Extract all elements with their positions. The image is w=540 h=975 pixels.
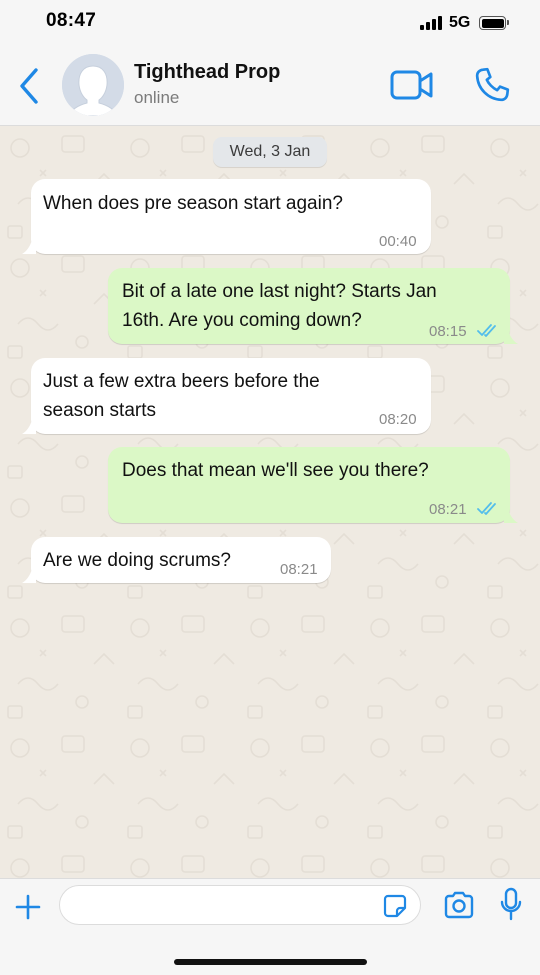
battery-icon xyxy=(479,16,509,30)
contact-name[interactable]: Tighthead Prop xyxy=(134,61,280,84)
plus-icon xyxy=(15,894,41,920)
bubble-tail xyxy=(22,240,36,254)
contact-status: online xyxy=(134,88,180,107)
voice-call-button[interactable] xyxy=(472,65,512,105)
double-check-icon xyxy=(477,324,496,337)
attach-button[interactable] xyxy=(14,893,42,921)
phone-icon xyxy=(475,67,510,102)
back-button[interactable] xyxy=(16,66,46,106)
message-text-line-2: season starts xyxy=(43,400,156,421)
microphone-icon xyxy=(500,887,522,921)
message-time: 08:15 xyxy=(429,323,467,340)
bubble-tail xyxy=(504,509,518,523)
camera-icon xyxy=(444,891,474,919)
message-text: Does that mean we'll see you there? xyxy=(122,460,429,481)
incoming-message[interactable]: Are we doing scrums? 08:21 xyxy=(31,537,331,583)
incoming-message[interactable]: Just a few extra beers before the season… xyxy=(31,358,431,434)
avatar[interactable] xyxy=(62,54,124,116)
video-camera-icon xyxy=(390,70,433,100)
chevron-left-icon xyxy=(20,68,38,104)
camera-button[interactable] xyxy=(443,891,475,919)
bubble-tail xyxy=(22,569,36,583)
message-input[interactable] xyxy=(59,885,421,925)
message-time: 00:40 xyxy=(379,233,417,250)
video-call-button[interactable] xyxy=(389,67,435,103)
message-time: 08:21 xyxy=(280,561,318,578)
message-time: 08:20 xyxy=(379,411,417,428)
bubble-tail xyxy=(22,420,36,434)
message-text: When does pre season start again? xyxy=(43,193,343,214)
sticker-button[interactable] xyxy=(382,893,408,919)
incoming-message[interactable]: When does pre season start again? 00:40 xyxy=(31,179,431,254)
person-silhouette-icon xyxy=(62,54,124,116)
message-text-line-1: Just a few extra beers before the xyxy=(43,371,320,392)
bubble-tail xyxy=(504,330,518,344)
message-time: 08:21 xyxy=(429,501,467,518)
home-indicator xyxy=(174,959,367,965)
double-check-icon xyxy=(477,502,496,515)
chat-header: Tighthead Prop online xyxy=(0,50,540,126)
voice-message-button[interactable] xyxy=(500,887,522,923)
network-label: 5G xyxy=(449,14,471,31)
date-separator: Wed, 3 Jan xyxy=(213,137,327,167)
status-bar: 08:47 5G xyxy=(0,0,540,50)
outgoing-message[interactable]: Bit of a late one last night? Starts Jan… xyxy=(108,268,510,344)
signal-icon xyxy=(420,16,442,30)
message-text-line-1: Bit of a late one last night? Starts Jan xyxy=(122,281,437,302)
outgoing-message[interactable]: Does that mean we'll see you there? 08:2… xyxy=(108,447,510,523)
message-text-line-2: 16th. Are you coming down? xyxy=(122,310,362,331)
message-list[interactable]: Wed, 3 Jan When does pre season start ag… xyxy=(0,126,540,878)
sticker-icon xyxy=(383,894,407,918)
message-text: Are we doing scrums? xyxy=(43,550,231,571)
status-time: 08:47 xyxy=(46,10,97,31)
composer-bar xyxy=(0,878,540,975)
